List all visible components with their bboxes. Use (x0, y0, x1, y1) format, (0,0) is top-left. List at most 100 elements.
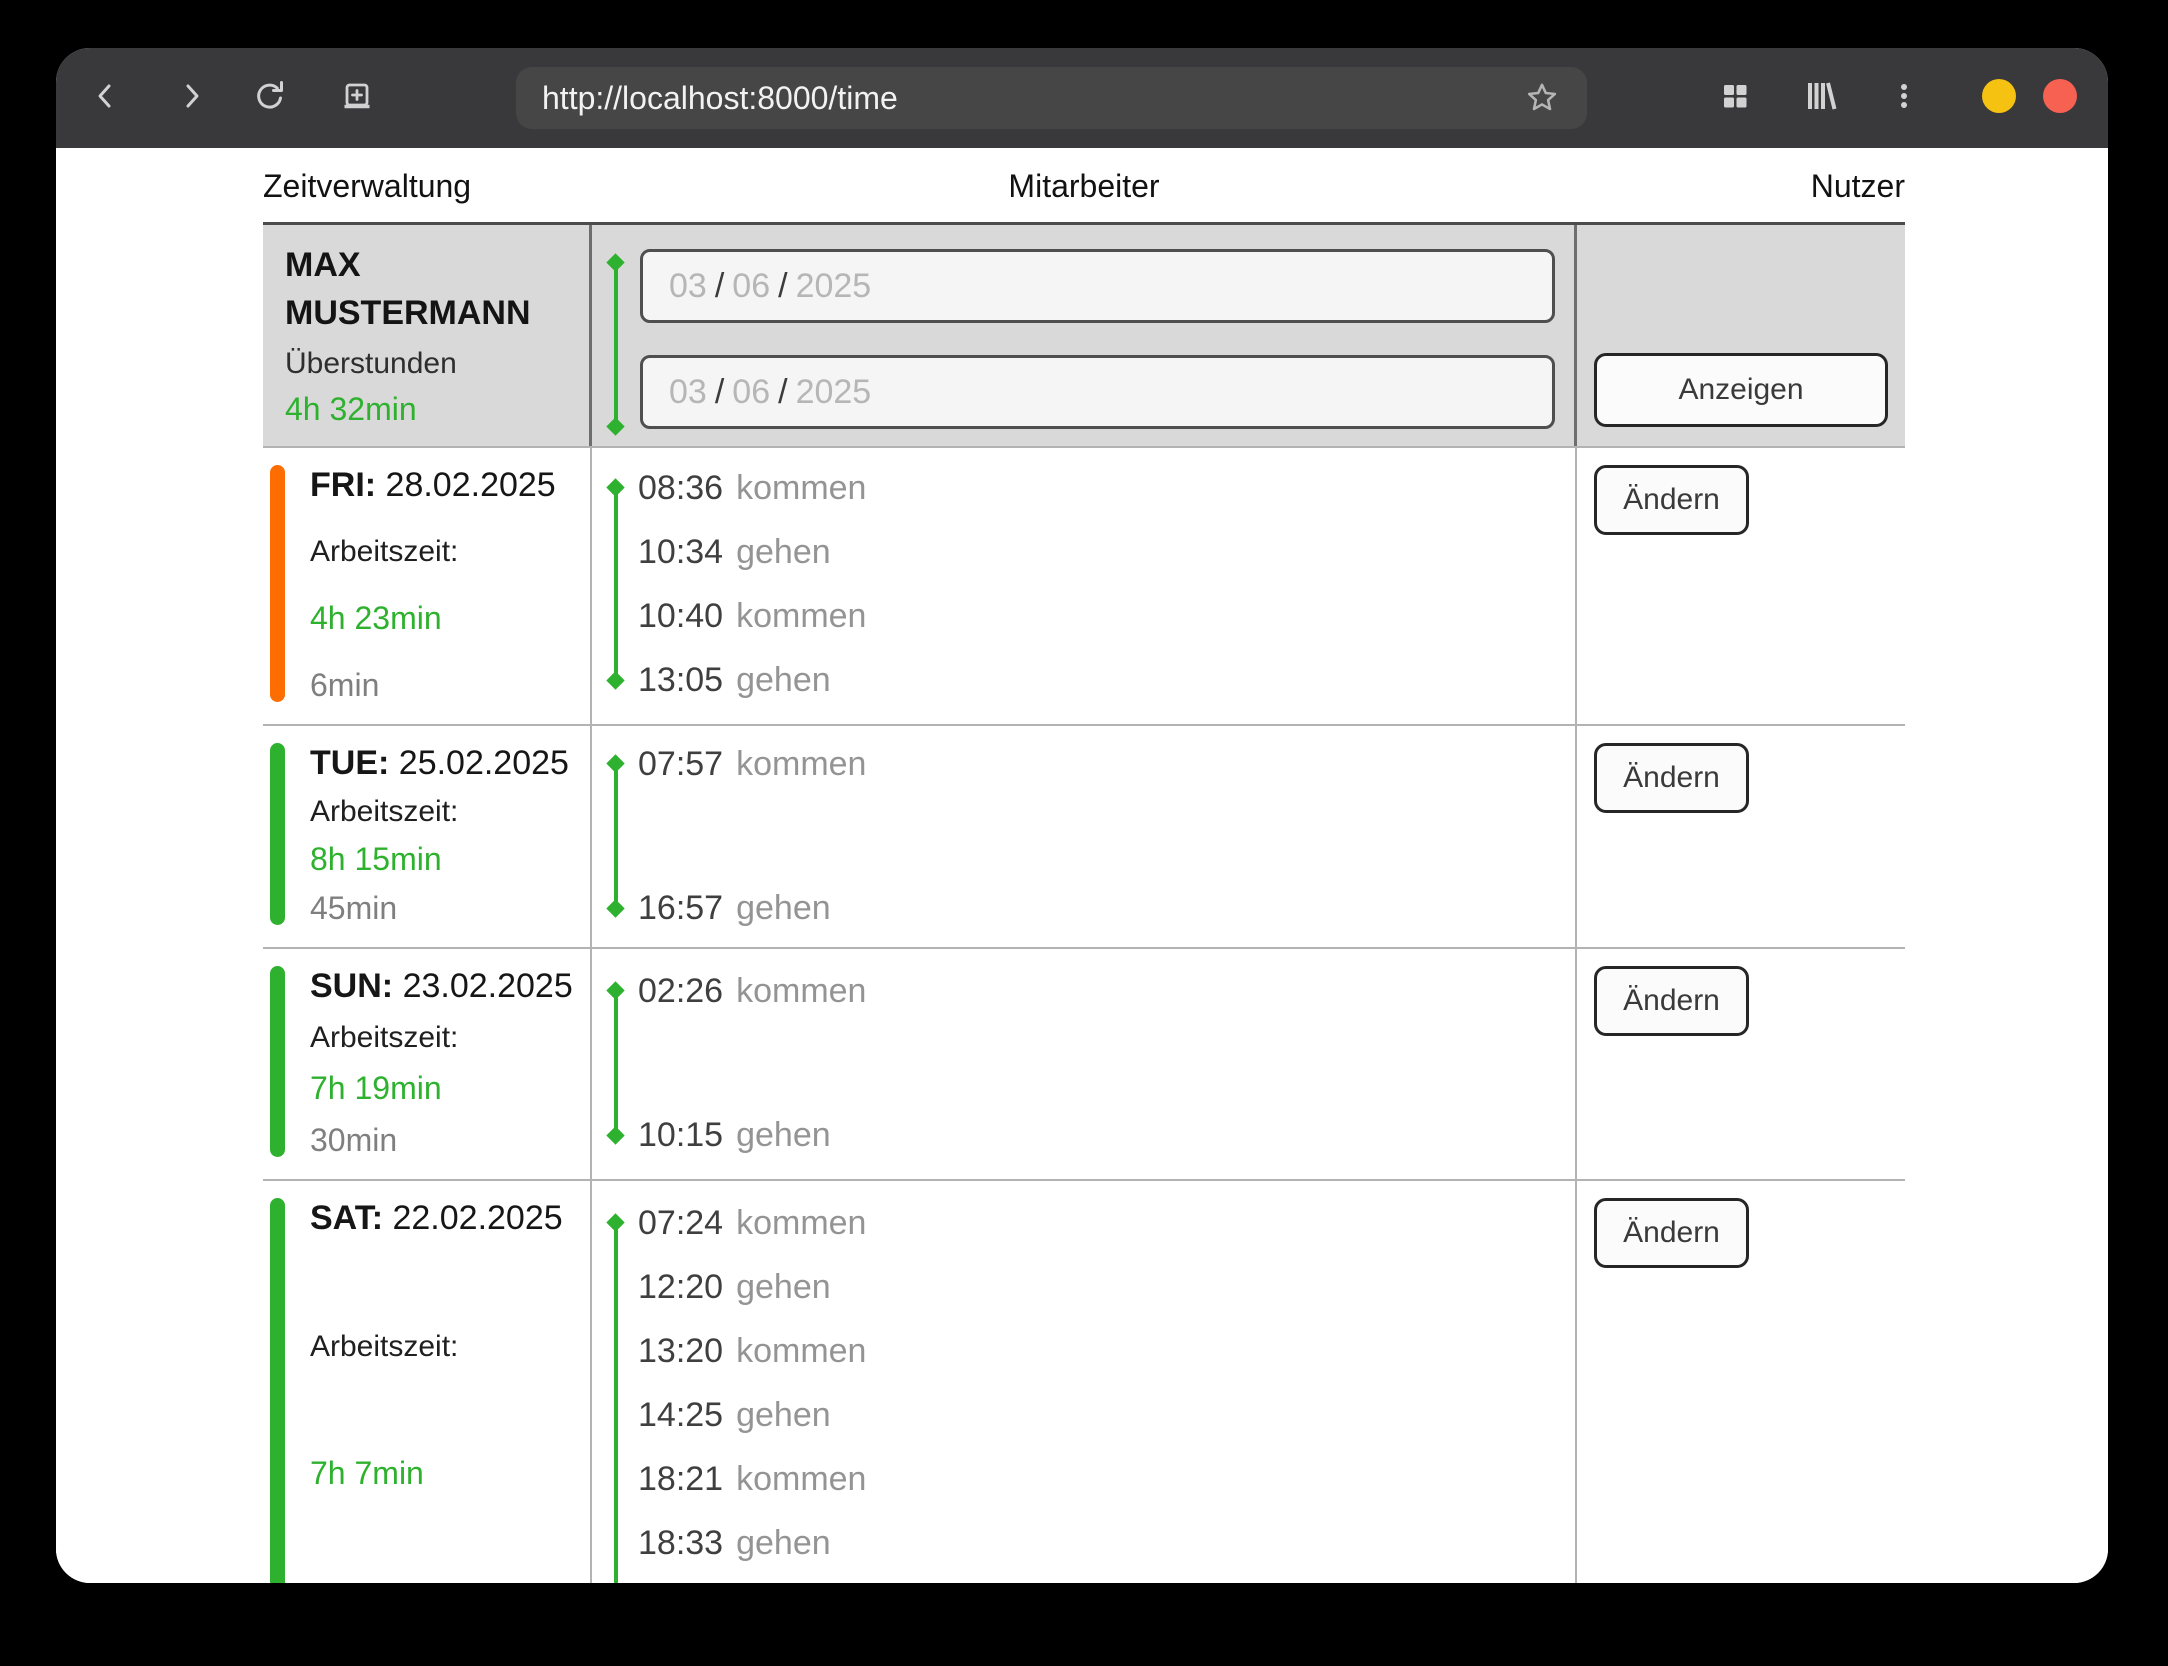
time-entry: 10:34 gehen (638, 520, 1575, 584)
entry-list: 07:24kommen12:20gehen13:20kommen14:25geh… (592, 1181, 1575, 1583)
nav-item-mitarbeiter[interactable]: Mitarbeiter (1008, 164, 1159, 208)
nav-item-nutzer[interactable]: Nutzer (1160, 164, 1905, 208)
tab-grid-icon[interactable] (1717, 78, 1753, 114)
entry-type: gehen (736, 1116, 831, 1155)
entries-cell: 07:24kommen12:20gehen13:20kommen14:25geh… (592, 1181, 1577, 1583)
minimize-button[interactable] (1982, 79, 2016, 113)
time-entry: 14:25gehen (638, 1383, 1575, 1447)
aendern-button[interactable]: Ändern (1594, 1198, 1749, 1268)
date-range-timeline (614, 263, 618, 426)
nav-item-zeitverwaltung[interactable]: Zeitverwaltung (263, 164, 1008, 208)
entry-list: 02:26kommen 10:15 gehen (592, 949, 1575, 1179)
overtime-label: Überstunden (285, 347, 579, 381)
entry-type: kommen (736, 1204, 866, 1243)
entry-type: kommen (736, 469, 866, 508)
day-info-cell: SAT: 22.02.2025 Arbeitszeit: 7h 7min 7h … (263, 1181, 592, 1583)
date-from-input[interactable]: 03/06/2025 (640, 249, 1555, 323)
anzeigen-button[interactable]: Anzeigen (1594, 353, 1888, 427)
entries-cell: 07:57kommen 16:57 gehen (592, 726, 1577, 947)
entry-time: 13:05 (638, 661, 723, 700)
url-text[interactable]: http://localhost:8000/time (542, 80, 898, 117)
worktime-status-bar (270, 1198, 285, 1583)
day-timeline (614, 488, 618, 680)
employee-name: MAX MUSTERMANN (285, 241, 525, 337)
day-info-cell: FRI: 28.02.2025 Arbeitszeit: 4h 23min 6m… (263, 448, 592, 724)
entry-time: 08:36 (638, 469, 723, 508)
entry-time: 18:21 (638, 1460, 723, 1499)
time-entry: 10:15 gehen (638, 1103, 1575, 1167)
summary-action-cell: Anzeigen (1577, 225, 1905, 446)
day-row: SUN: 23.02.2025 Arbeitszeit: 7h 19min 30… (263, 947, 1905, 1179)
entry-type: gehen (736, 889, 831, 928)
worktime-status-bar (270, 966, 285, 1157)
day-info-cell: SUN: 23.02.2025 Arbeitszeit: 7h 19min 30… (263, 949, 592, 1179)
library-icon[interactable] (1802, 78, 1838, 114)
bookmark-star-icon[interactable] (1523, 79, 1561, 117)
entries-cell: 02:26kommen 10:15 gehen (592, 949, 1577, 1179)
worktime-status-bar (270, 743, 285, 925)
entry-type: gehen (736, 1396, 831, 1435)
day-timeline (614, 991, 618, 1135)
entry-list: 08:36 kommen 10:34 gehen 10:40 kommen 13:05 geh… (592, 448, 1575, 724)
time-entry: 21:34kommen (638, 1575, 1575, 1583)
back-icon[interactable] (87, 78, 123, 114)
day-timeline (614, 1223, 618, 1583)
date-to-input[interactable]: 03/06/2025 (640, 355, 1555, 429)
aendern-button[interactable]: Ändern (1594, 966, 1749, 1036)
reload-icon[interactable] (252, 78, 288, 114)
time-entry: 13:20 kommen (638, 1319, 1575, 1383)
time-entry: 18:21 kommen (638, 1447, 1575, 1511)
worktime-label: Arbeitszeit: (310, 1330, 582, 1364)
entry-time: 13:20 (638, 1332, 723, 1371)
top-nav: Zeitverwaltung Mitarbeiter Nutzer (263, 164, 1905, 208)
entry-type: gehen (736, 661, 831, 700)
worktime-label: Arbeitszeit: (310, 1021, 582, 1055)
time-entry: 08:36 kommen (638, 456, 1575, 520)
day-info-cell: TUE: 25.02.2025 Arbeitszeit: 8h 15min 45… (263, 726, 592, 947)
close-button[interactable] (2043, 79, 2077, 113)
time-entry: 02:26kommen (638, 959, 1575, 1023)
entry-type: gehen (736, 1524, 831, 1563)
day-label: SUN: 23.02.2025 (310, 967, 582, 1006)
summary-header: MAX MUSTERMANN Überstunden 4h 32min 03/0… (263, 222, 1905, 446)
aendern-button[interactable]: Ändern (1594, 465, 1749, 535)
entry-type: kommen (736, 1460, 866, 1499)
entry-time: 16:57 (638, 889, 723, 928)
day-rows: FRI: 28.02.2025 Arbeitszeit: 4h 23min 6m… (263, 446, 1905, 1583)
aendern-button[interactable]: Ändern (1594, 743, 1749, 813)
entry-type: kommen (736, 597, 866, 636)
time-table: MAX MUSTERMANN Überstunden 4h 32min 03/0… (263, 222, 1905, 1583)
worktime-value: 8h 15min (310, 841, 582, 878)
entry-type: kommen (736, 1332, 866, 1371)
day-timeline (614, 764, 618, 908)
entry-time: 10:40 (638, 597, 723, 636)
entry-time: 10:15 (638, 1116, 723, 1155)
time-entry: 18:33 gehen (638, 1511, 1575, 1575)
time-entry: 13:05 gehen (638, 648, 1575, 712)
entry-type: gehen (736, 1268, 831, 1307)
time-page: Zeitverwaltung Mitarbeiter Nutzer MAX MU… (56, 148, 2108, 1583)
worktime-value: 4h 23min (310, 600, 582, 637)
time-entry: 12:20gehen (638, 1255, 1575, 1319)
browser-titlebar: http://localhost:8000/time (56, 48, 2108, 148)
time-entry: 16:57 gehen (638, 876, 1575, 940)
new-tab-icon[interactable] (339, 78, 375, 114)
time-entry: 10:40 kommen (638, 584, 1575, 648)
worktime-value: 7h 7min (310, 1455, 582, 1492)
worktime-label: Arbeitszeit: (310, 795, 582, 829)
date-range-cell: 03/06/2025 03/06/2025 (592, 225, 1577, 446)
time-entry: 07:57kommen (638, 732, 1575, 796)
entry-time: 10:34 (638, 533, 723, 572)
entry-type: gehen (736, 533, 831, 572)
entry-time: 02:26 (638, 972, 723, 1011)
day-label: TUE: 25.02.2025 (310, 744, 582, 783)
entry-time: 18:33 (638, 1524, 723, 1563)
forward-icon[interactable] (174, 78, 210, 114)
entry-list: 07:57kommen 16:57 gehen (592, 726, 1575, 947)
url-bar[interactable]: http://localhost:8000/time (516, 67, 1587, 129)
entry-type: kommen (736, 745, 866, 784)
kebab-menu-icon[interactable] (1886, 78, 1922, 114)
worktime-secondary: 30min (310, 1122, 582, 1159)
day-label: SAT: 22.02.2025 (310, 1199, 582, 1238)
action-cell: Ändern (1577, 726, 1905, 947)
